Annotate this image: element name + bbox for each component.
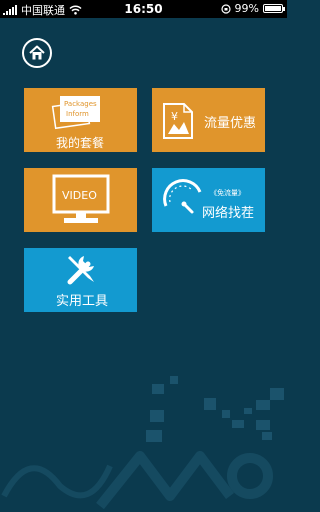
- network-check-tile[interactable]: 《免流量》 网络找茬: [152, 168, 265, 232]
- home-icon: [29, 45, 45, 60]
- battery-icon: [263, 4, 285, 13]
- tools-tile[interactable]: 实用工具: [24, 248, 137, 312]
- brand-watermark: [1, 451, 273, 510]
- svg-text:Packages: Packages: [64, 100, 97, 108]
- package-cards-icon: Packages Inform: [51, 96, 100, 130]
- tile-sub-label: 《免流量》: [210, 189, 245, 197]
- monitor-icon: VIDEO: [52, 174, 110, 223]
- speedometer-icon: [163, 179, 202, 214]
- home-button[interactable]: [22, 38, 52, 68]
- tile-label: 网络找茬: [202, 206, 255, 221]
- my-package-tile[interactable]: Packages Inform 我的套餐: [24, 88, 137, 152]
- video-tile[interactable]: VIDEO: [24, 168, 137, 232]
- svg-text:¥: ¥: [171, 110, 178, 123]
- svg-text:VIDEO: VIDEO: [62, 189, 97, 202]
- svg-text:Inform: Inform: [66, 110, 89, 118]
- tools-icon: [67, 256, 94, 285]
- tile-label: 实用工具: [56, 294, 109, 309]
- tile-label: 我的套餐: [56, 136, 105, 150]
- status-bar: 中国联通 16:50 99%: [0, 0, 287, 18]
- price-document-icon: ¥: [163, 103, 193, 139]
- data-promo-tile[interactable]: ¥ 流量优惠: [152, 88, 265, 152]
- tile-label: 流量优惠: [204, 116, 257, 131]
- battery-percent: 99%: [234, 2, 259, 15]
- rotation-lock-icon: [220, 3, 231, 14]
